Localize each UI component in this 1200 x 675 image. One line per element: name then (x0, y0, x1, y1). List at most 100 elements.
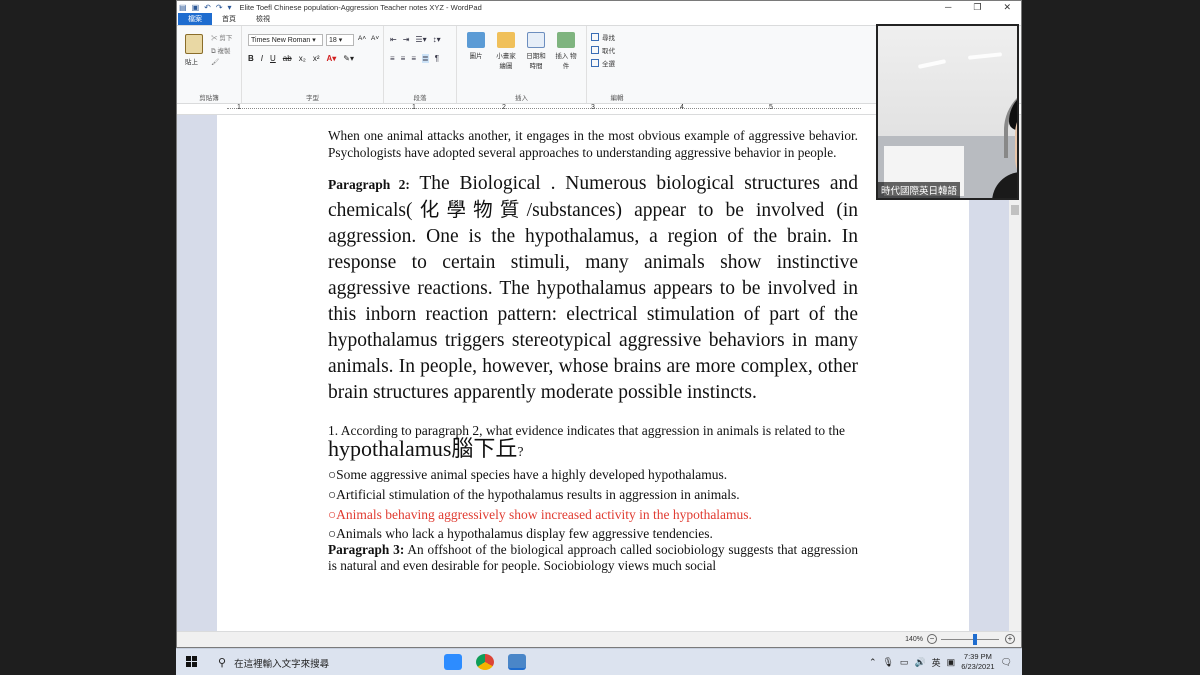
copy-button[interactable]: ⧉ 複製 (211, 45, 230, 56)
answer-option-correct: ○Animals behaving aggressively show incr… (328, 507, 752, 522)
ruler-ticks (227, 108, 861, 109)
paint-drawing-button[interactable]: 小畫家 繪圖 (493, 32, 519, 70)
start-button[interactable] (186, 656, 198, 668)
document-page[interactable]: When one animal attacks another, it enga… (217, 115, 969, 631)
font-size-select[interactable]: 18 ▾ (326, 34, 354, 46)
clipboard-label: 剪貼簿 (199, 95, 219, 102)
clock-date: 6/23/2021 (961, 662, 995, 671)
windows-logo-icon (186, 656, 191, 661)
close-button[interactable]: ✕ (1003, 2, 1011, 13)
paragraph-3: Paragraph 3: An offshoot of the biologic… (328, 542, 858, 573)
decrease-indent-icon[interactable]: ⇤ (390, 35, 397, 44)
webcam-ceiling (878, 26, 1017, 136)
webcam-overlay: 時代國際英日韓語 (876, 24, 1019, 200)
highlight-icon[interactable]: ✎▾ (343, 54, 354, 63)
paragraph-2-label: Paragraph 2: (328, 177, 410, 192)
zoom-slider-thumb[interactable] (973, 634, 977, 645)
select-all-button[interactable]: 全選 (591, 58, 615, 68)
ruler-mark: 4 (680, 104, 684, 111)
zoom-in-button[interactable]: + (1005, 634, 1015, 644)
notifications-icon[interactable]: 🗨 (1001, 657, 1012, 668)
increase-indent-icon[interactable]: ⇥ (403, 35, 410, 44)
microphone-icon[interactable]: 🎙 (882, 657, 893, 668)
ruler-mark: 3 (591, 104, 595, 111)
ime-indicator[interactable]: 英 (932, 656, 941, 669)
customize-toolbar-icon[interactable]: ▾ (228, 3, 232, 12)
align-right-icon[interactable]: ≡ (411, 54, 416, 63)
redo-icon[interactable]: ↷ (216, 3, 223, 12)
datetime-button[interactable]: 日期和 時間 (523, 32, 549, 70)
font-color-icon[interactable]: A▾ (326, 54, 336, 63)
taskbar-search[interactable]: ⚲ 在這裡輸入文字來搜尋 (212, 652, 434, 673)
right-margin (1022, 0, 1200, 675)
search-icon: ⚲ (218, 657, 227, 669)
paste-button[interactable]: 貼上 (185, 56, 198, 66)
find-button[interactable]: 尋找 (591, 32, 615, 42)
save-icon[interactable]: ▣ (192, 3, 200, 12)
ime-mode-icon[interactable]: ▣ (947, 657, 956, 668)
zoom-level: 140% (905, 636, 923, 643)
wordpad-app-icon[interactable]: ▤ (179, 3, 187, 12)
clock[interactable]: 7:39 PM 6/23/2021 (961, 652, 994, 672)
ruler-mark: 2 (502, 104, 506, 111)
replace-icon (591, 46, 599, 54)
answer-option: ○Artificial stimulation of the hypothala… (328, 487, 740, 502)
intro-paragraph: When one animal attacks another, it enga… (328, 128, 858, 160)
show-hidden-icons-icon[interactable]: ⌃ (869, 657, 877, 668)
shrink-font-icon[interactable]: A˅ (371, 35, 379, 42)
search-input[interactable]: 在這裡輸入文字來搜尋 (234, 656, 329, 670)
grow-font-icon[interactable]: A˄ (358, 35, 366, 42)
paragraph-3-label: Paragraph 3: (328, 542, 405, 557)
find-icon (591, 33, 599, 41)
zoom-slider[interactable] (941, 639, 999, 640)
chrome-app-icon[interactable] (476, 654, 494, 670)
ruler-mark: 5 (769, 104, 773, 111)
volume-icon[interactable]: 🔊 (914, 657, 925, 668)
minimize-button[interactable]: ─ (945, 2, 951, 13)
wordpad-taskbar-icon[interactable] (508, 654, 526, 670)
bold-icon[interactable]: B (248, 54, 254, 63)
taskbar: ⚲ 在這裡輸入文字來搜尋 ⌃ 🎙 ▭ 🔊 英 ▣ 7:39 PM 6/23/20… (176, 648, 1022, 675)
editing-label: 編輯 (610, 95, 624, 102)
scrollbar-thumb[interactable] (1011, 205, 1019, 215)
zoom-out-button[interactable]: − (927, 634, 937, 644)
undo-icon[interactable]: ↶ (204, 3, 211, 12)
line-spacing-icon[interactable]: ↕▾ (433, 35, 441, 44)
font-family-select[interactable]: Times New Roman ▾ (248, 34, 323, 46)
screen: ▤ ▣ ↶ ↷ ▾ Elite Toefl Chinese population… (0, 0, 1200, 675)
network-icon[interactable]: ▭ (900, 657, 909, 668)
tab-home[interactable]: 首頁 (212, 13, 246, 25)
clipboard-group: 貼上 ✂ 剪下 ⧉ 複製 🖌 剪貼簿 (177, 26, 242, 103)
subscript-icon[interactable]: x₂ (299, 54, 306, 63)
paint-format-icon[interactable]: 🖌 (211, 58, 219, 66)
paragraph-settings-icon[interactable]: ¶ (435, 54, 439, 63)
document-text[interactable]: When one animal attacks another, it enga… (328, 127, 858, 574)
justify-icon[interactable]: ≣ (422, 54, 429, 63)
maximize-button[interactable]: ❐ (973, 2, 981, 13)
align-center-icon[interactable]: ≡ (401, 54, 406, 63)
tab-file[interactable]: 檔案 (178, 13, 212, 25)
picture-icon (467, 32, 485, 48)
cut-button[interactable]: ✂ 剪下 (211, 32, 232, 42)
strikethrough-icon[interactable]: ab (283, 54, 292, 63)
window-title: Elite Toefl Chinese population-Aggressio… (239, 2, 482, 12)
select-all-icon (591, 59, 599, 67)
superscript-icon[interactable]: x² (313, 54, 320, 63)
insert-picture-button[interactable]: 圖片 (463, 32, 489, 60)
insert-object-button[interactable]: 插入 物件 (553, 32, 579, 70)
object-icon (557, 32, 575, 48)
italic-icon[interactable]: I (261, 54, 263, 63)
replace-button[interactable]: 取代 (591, 45, 615, 55)
zoom-app-icon[interactable] (444, 654, 462, 670)
bullets-icon[interactable]: ☰▾ (415, 35, 426, 44)
font-group: Times New Roman ▾ 18 ▾ A˄ A˅ B I U ab x₂… (242, 26, 384, 103)
paragraph-2: Paragraph 2: The Biological . Numerous b… (328, 173, 858, 403)
paint-icon (497, 32, 515, 48)
paragraph-label: 段落 (413, 95, 427, 102)
align-left-icon[interactable]: ≡ (390, 54, 395, 63)
paste-icon[interactable] (185, 34, 203, 54)
left-margin (0, 0, 176, 675)
underline-icon[interactable]: U (270, 54, 276, 63)
tab-view[interactable]: 檢視 (246, 13, 280, 25)
clock-time: 7:39 PM (963, 652, 992, 661)
